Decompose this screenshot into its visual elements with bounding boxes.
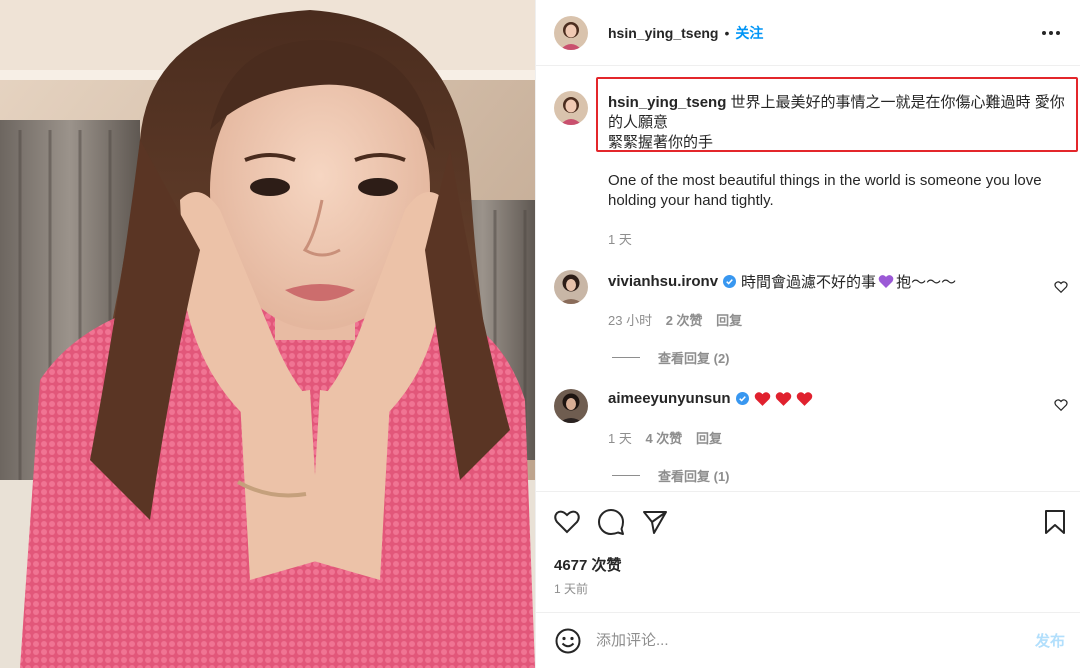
share-icon[interactable]	[641, 508, 669, 536]
emoji-icon[interactable]	[554, 627, 582, 655]
comment-meta: 23 小时 2 次赞 回复	[608, 310, 742, 329]
post-header: hsin_ying_tseng • 关注	[536, 0, 1080, 66]
comment-icon[interactable]	[597, 508, 625, 536]
avatar[interactable]	[554, 15, 588, 50]
likes-count[interactable]: 4677 次赞	[554, 554, 622, 575]
reply-button[interactable]: 回复	[716, 313, 742, 328]
caption-translation: One of the most beautiful things in the …	[608, 172, 1042, 209]
comment-meta: 1 天 4 次赞 回复	[608, 428, 722, 447]
comment-age: 23 小时	[608, 313, 653, 328]
more-options-icon[interactable]	[1038, 27, 1064, 39]
post-photo[interactable]	[0, 0, 535, 668]
comment-like-icon[interactable]	[1054, 280, 1068, 294]
reply-button[interactable]: 回复	[696, 431, 722, 446]
comment-likes[interactable]: 4 次赞	[645, 431, 682, 446]
view-replies-label: 查看回复 (2)	[658, 351, 730, 366]
post-side-panel: hsin_ying_tseng • 关注 hsin_ying_tseng 世界上…	[535, 0, 1080, 668]
bookmark-icon[interactable]	[1041, 508, 1069, 536]
view-replies-label: 查看回复 (1)	[658, 469, 730, 484]
add-comment-bar: 发布	[536, 612, 1080, 668]
post-time: 1 天前	[554, 582, 589, 596]
comment-avatar[interactable]	[554, 270, 588, 304]
purple-heart-icon	[878, 275, 894, 288]
separator-dot: •	[724, 24, 730, 41]
follow-button[interactable]: 关注	[735, 23, 763, 43]
comment-text: aimeeyunyunsun	[608, 390, 813, 407]
caption-avatar[interactable]	[554, 91, 588, 125]
verified-icon	[735, 392, 749, 405]
heart-icon[interactable]	[553, 508, 581, 536]
comments-section[interactable]: hsin_ying_tseng 世界上最美好的事情之一就是在你傷心難過時 愛你的…	[536, 67, 1080, 491]
comment-text: vivianhsu.ironv 時間會過濾不好的事 抱～～～	[608, 271, 956, 292]
caption-age: 1 天	[608, 232, 632, 247]
comment-input[interactable]	[596, 632, 1035, 649]
comment-body-end: 抱～～～	[896, 274, 957, 291]
view-replies-button[interactable]: 查看回复 (1)	[612, 466, 730, 485]
comment-username[interactable]: aimeeyunyunsun	[608, 390, 731, 407]
post-image	[0, 0, 535, 668]
comment-body: 時間會過濾不好的事	[741, 274, 877, 291]
post-button[interactable]: 发布	[1035, 630, 1065, 651]
comment-like-icon[interactable]	[1054, 398, 1068, 412]
view-replies-button[interactable]: 查看回复 (2)	[612, 348, 730, 367]
header-username[interactable]: hsin_ying_tseng	[608, 25, 718, 41]
highlight-box	[596, 77, 1078, 152]
comment-avatar[interactable]	[554, 389, 588, 423]
comment-age: 1 天	[608, 431, 632, 446]
comment-likes[interactable]: 2 次赞	[666, 313, 703, 328]
action-bar: 4677 次赞 1 天前	[536, 491, 1080, 611]
red-hearts-emoji	[754, 391, 813, 407]
verified-icon	[723, 275, 737, 288]
comment-username[interactable]: vivianhsu.ironv	[608, 273, 718, 290]
